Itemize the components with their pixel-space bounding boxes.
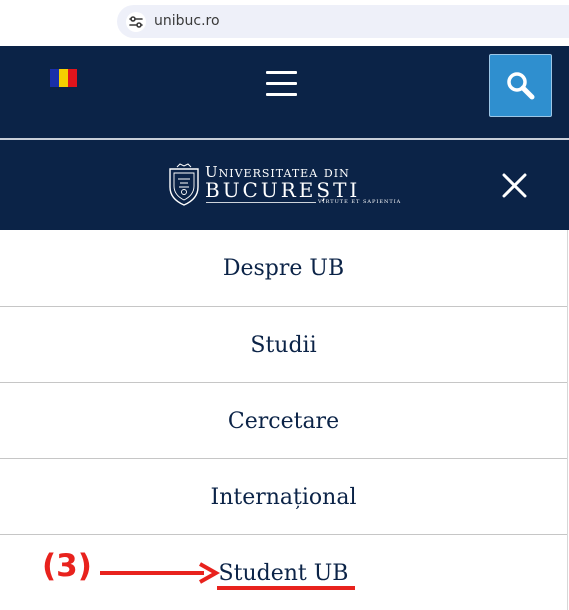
page: unibuc.ro Universitatea din BUCUREȘTI VI…: [0, 0, 569, 610]
hamburger-line: [266, 93, 297, 96]
close-icon: [502, 173, 527, 198]
hamburger-icon[interactable]: [266, 71, 297, 96]
hamburger-line: [266, 71, 297, 74]
menu-item-cercetare[interactable]: Cercetare: [0, 383, 567, 459]
site-header: [0, 46, 569, 138]
annotation-underline: [217, 586, 355, 590]
menu-item-despre-ub[interactable]: Despre UB: [0, 230, 567, 306]
close-menu-button[interactable]: [501, 172, 528, 199]
menu-item-label: Despre UB: [222, 255, 345, 281]
university-crest-icon: [169, 163, 199, 206]
logo-rule: [206, 202, 316, 203]
language-flag-icon[interactable]: [50, 69, 77, 87]
annotation-step-label: (3): [42, 548, 92, 584]
flag-stripe-red: [68, 69, 77, 87]
menu-item-label: Studii: [250, 332, 317, 358]
hamburger-line: [266, 82, 297, 85]
url-text: unibuc.ro: [154, 13, 220, 29]
search-button[interactable]: [489, 54, 552, 117]
flag-stripe-blue: [50, 69, 59, 87]
site-settings-icon[interactable]: [126, 12, 146, 32]
logo-motto: VIRTUTE ET SAPIENTIA: [318, 199, 402, 205]
menu-item-international[interactable]: Internațional: [0, 459, 567, 535]
menu-item-label: Internațional: [210, 484, 357, 510]
logo-bar: Universitatea din București VIRTUTE ET S…: [0, 140, 569, 230]
menu-item-label: Student UB: [218, 560, 349, 586]
menu-item-label: Cercetare: [227, 408, 340, 434]
annotation-arrow-icon: [100, 562, 220, 584]
flag-stripe-yellow: [59, 69, 68, 87]
browser-url-bar: unibuc.ro: [0, 0, 569, 46]
menu-item-studii[interactable]: Studii: [0, 307, 567, 383]
address-field[interactable]: unibuc.ro: [117, 5, 569, 38]
search-icon: [507, 72, 535, 100]
university-logo[interactable]: Universitatea din București VIRTUTE ET S…: [166, 161, 400, 209]
menu-right-border: [567, 230, 568, 610]
